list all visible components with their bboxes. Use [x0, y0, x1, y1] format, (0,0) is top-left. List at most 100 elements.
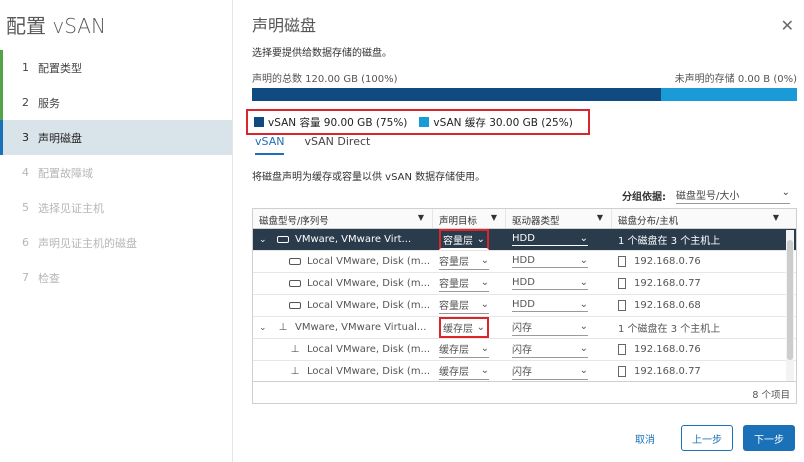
- step-1[interactable]: 1 配置类型: [0, 50, 232, 85]
- close-icon[interactable]: ✕: [781, 16, 794, 35]
- claim-target-select[interactable]: 容量层 ⌄: [439, 253, 489, 270]
- drive-type-select[interactable]: HDD ⌄: [512, 255, 588, 268]
- table-row[interactable]: Local VMware, Disk (m... 容量层 ⌄ HDD ⌄ 192.1…: [253, 295, 796, 317]
- chevron-down-icon: ⌄: [480, 277, 489, 288]
- back-button[interactable]: 上一步: [681, 425, 733, 451]
- drive-type-select[interactable]: HDD ⌄: [512, 233, 588, 246]
- disk-name: Local VMware, Disk (m...: [307, 300, 431, 311]
- legend-label: vSAN 容量 90.00 GB (75%): [268, 116, 408, 129]
- drive-type-select[interactable]: 闪存 ⌄: [512, 341, 588, 358]
- drive-type-value: HDD: [512, 255, 535, 266]
- claim-target-select[interactable]: 缓存层 ⌄: [439, 363, 489, 380]
- step-number: 2: [22, 96, 29, 109]
- cancel-button[interactable]: 取消: [625, 425, 665, 451]
- claim-target-select[interactable]: 容量层 ⌄: [439, 275, 489, 292]
- step-label: 检查: [38, 271, 60, 285]
- grid-rows: ⌄ VMware, VMware Virt... 容量层 ⌄ HDD ⌄ 1 个磁盘在…: [253, 229, 796, 382]
- drive-type-value: HDD: [512, 233, 535, 244]
- disk-icon: [289, 302, 301, 309]
- group-by-select[interactable]: 磁盘型号/大小 ⌄: [676, 187, 790, 204]
- chevron-down-icon[interactable]: ⌄: [259, 235, 271, 245]
- table-row[interactable]: ⌄ VMware, VMware Virt... 容量层 ⌄ HDD ⌄ 1 个磁盘在…: [253, 229, 796, 251]
- capacity-fill: [252, 88, 661, 101]
- col-disk-distribution[interactable]: 磁盘分布/主机 ▼: [612, 209, 787, 228]
- table-row[interactable]: ⊥ Local VMware, Disk (m... 缓存层 ⌄ 闪存 ⌄ 192.1…: [253, 361, 796, 382]
- chevron-down-icon: ⌄: [579, 321, 588, 332]
- storage-bar: [252, 88, 797, 101]
- col-disk-model[interactable]: 磁盘型号/序列号 ▼: [253, 209, 433, 228]
- step-list: 1 配置类型 2 服务 3 声明磁盘 4 配置故障域 5 选择见证主机 6 声明见证主机的磁…: [0, 50, 232, 295]
- chevron-down-icon[interactable]: ⌄: [259, 323, 271, 333]
- claimed-total: 声明的总数 120.00 GB (100%): [252, 74, 398, 85]
- chevron-down-icon: ⌄: [579, 277, 588, 288]
- step-label: 服务: [38, 96, 60, 110]
- drive-type-select[interactable]: 闪存 ⌄: [512, 319, 588, 336]
- claim-target-select[interactable]: 缓存层 ⌄: [439, 317, 489, 338]
- step-3[interactable]: 3 声明磁盘: [0, 120, 232, 155]
- table-row[interactable]: Local VMware, Disk (m... 容量层 ⌄ HDD ⌄ 192.1…: [253, 273, 796, 295]
- step-2[interactable]: 2 服务: [0, 85, 232, 120]
- host-icon: [618, 344, 626, 355]
- drive-type-select[interactable]: HDD ⌄: [512, 299, 588, 312]
- group-by: 分组依据: 磁盘型号/大小 ⌄: [622, 187, 790, 204]
- chevron-down-icon: ⌄: [480, 255, 489, 266]
- table-row[interactable]: ⊥ Local VMware, Disk (m... 缓存层 ⌄ 闪存 ⌄ 192.1…: [253, 339, 796, 361]
- filter-icon[interactable]: ▼: [491, 213, 497, 222]
- group-by-label: 分组依据:: [622, 192, 666, 203]
- claim-target-select[interactable]: 容量层 ⌄: [439, 297, 489, 314]
- drive-type-value: HDD: [512, 277, 535, 288]
- disk-icon: [289, 258, 301, 265]
- chevron-down-icon: ⌄: [579, 343, 588, 354]
- filter-icon[interactable]: ▼: [773, 213, 779, 222]
- claim-target-value: 容量层: [439, 279, 469, 290]
- legend-capacity: vSAN 容量 90.00 GB (75%): [254, 115, 407, 130]
- grid-header: 磁盘型号/序列号 ▼ 声明目标 ▼ 驱动器类型 ▼ 磁盘分布/主机 ▼: [253, 209, 796, 229]
- page-title: 声明磁盘: [252, 16, 317, 35]
- claim-target-value: 容量层: [443, 236, 473, 247]
- disk-name: VMware, VMware Virtual...: [295, 322, 427, 333]
- drive-type-select[interactable]: 闪存 ⌄: [512, 363, 588, 380]
- tab-vsan[interactable]: vSAN: [255, 135, 285, 155]
- step-5: 5 选择见证主机: [0, 190, 232, 225]
- filter-icon[interactable]: ▼: [597, 213, 603, 222]
- host-icon: [618, 278, 626, 289]
- tab-vsan-direct[interactable]: vSAN Direct: [304, 135, 370, 155]
- header-label: 磁盘分布/主机: [618, 216, 679, 227]
- flash-disk-icon: ⊥: [290, 344, 300, 355]
- wizard-content: ✕ 声明磁盘 选择要提供给数据存储的磁盘。 声明的总数 120.00 GB (1…: [233, 0, 804, 462]
- step-label: 声明见证主机的磁盘: [38, 236, 137, 250]
- disk-icon: [289, 280, 301, 287]
- drive-type-value: HDD: [512, 299, 535, 310]
- disk-icon: [277, 236, 289, 243]
- grid-scrollbar[interactable]: [786, 230, 794, 382]
- next-button[interactable]: 下一步: [743, 425, 795, 451]
- step-label: 配置故障域: [38, 166, 93, 180]
- filter-icon[interactable]: ▼: [418, 213, 424, 222]
- col-drive-type[interactable]: 驱动器类型 ▼: [506, 209, 612, 228]
- chevron-down-icon: ⌄: [579, 365, 588, 376]
- storage-legend: vSAN 容量 90.00 GB (75%) vSAN 缓存 30.00 GB …: [246, 109, 590, 135]
- col-claim-target[interactable]: 声明目标 ▼: [433, 209, 506, 228]
- drive-type-select[interactable]: HDD ⌄: [512, 277, 588, 290]
- scrollbar-thumb[interactable]: [787, 240, 793, 360]
- table-row[interactable]: Local VMware, Disk (m... 容量层 ⌄ HDD ⌄ 192.1…: [253, 251, 796, 273]
- unclaimed-storage: 未声明的存储 0.00 B (0%): [674, 74, 797, 85]
- table-row[interactable]: ⌄ ⊥ VMware, VMware Virtual... 缓存层 ⌄ 闪存 ⌄ 1 个…: [253, 317, 796, 339]
- drive-type-value: 闪存: [512, 323, 532, 334]
- host-icon: [618, 300, 626, 311]
- step-7: 7 检查: [0, 260, 232, 295]
- legend-cache: vSAN 缓存 30.00 GB (25%): [419, 115, 573, 130]
- capacity-swatch: [254, 117, 264, 127]
- wizard-sidebar: 配置 vSAN 1 配置类型 2 服务 3 声明磁盘 4 配置故障域 5 选择见证主机 6…: [0, 0, 233, 462]
- host-icon: [618, 256, 626, 267]
- header-label: 磁盘型号/序列号: [259, 216, 329, 227]
- host-address: 192.168.0.77: [634, 278, 701, 289]
- disk-name: Local VMware, Disk (m...: [307, 256, 431, 267]
- disk-grid: 磁盘型号/序列号 ▼ 声明目标 ▼ 驱动器类型 ▼ 磁盘分布/主机 ▼ ⌄ VMware,…: [252, 208, 797, 404]
- chevron-down-icon: ⌄: [476, 322, 485, 333]
- storage-summary: 声明的总数 120.00 GB (100%) 未声明的存储 0.00 B (0%…: [252, 70, 797, 85]
- claim-target-select[interactable]: 容量层 ⌄: [439, 229, 489, 250]
- host-address: 192.168.0.76: [634, 344, 701, 355]
- step-number: 4: [22, 166, 29, 179]
- claim-target-select[interactable]: 缓存层 ⌄: [439, 341, 489, 358]
